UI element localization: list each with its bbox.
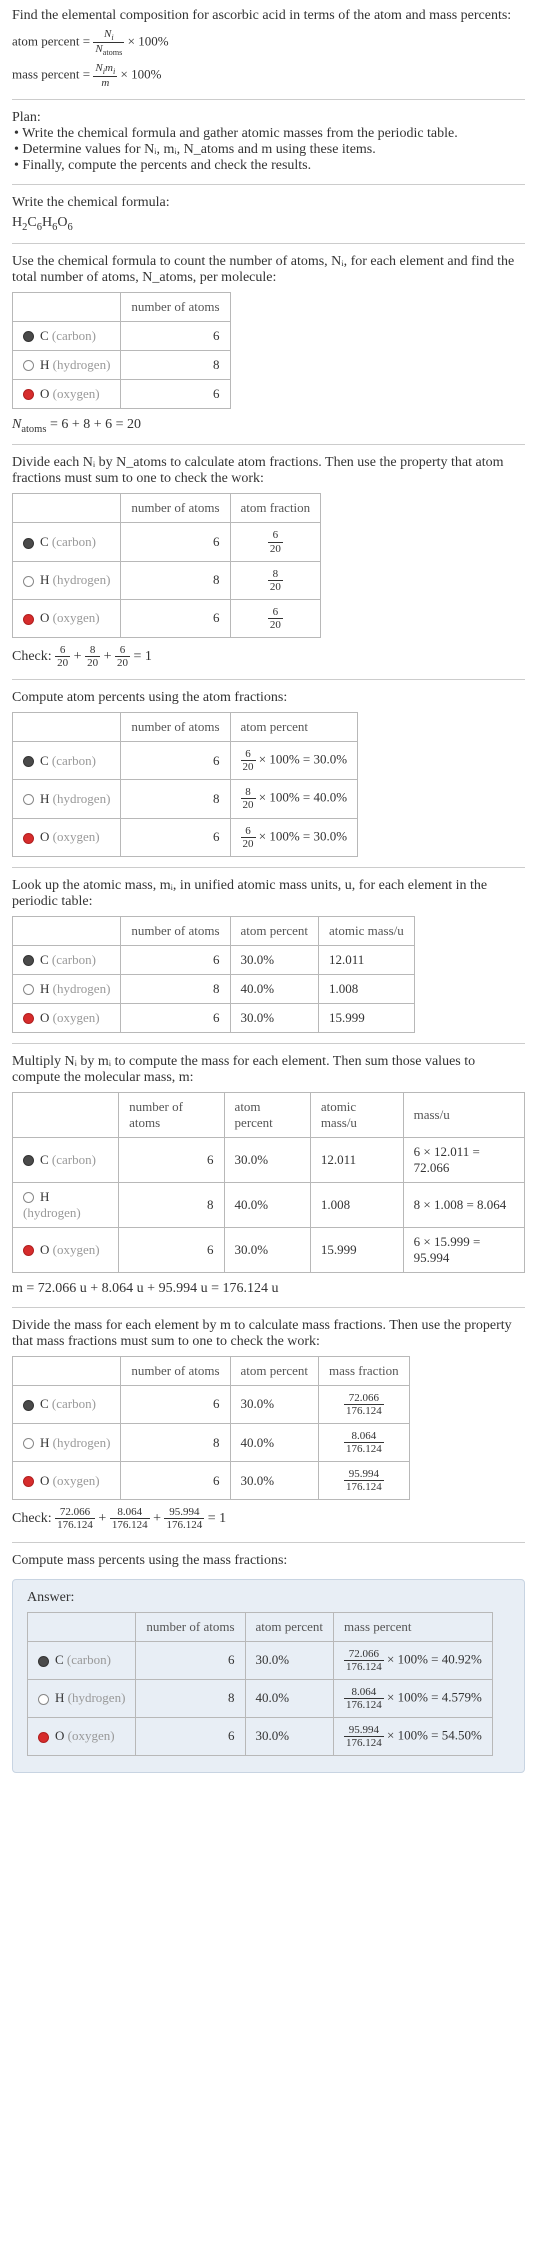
divider xyxy=(12,444,525,445)
mass-compute-table: number of atomsatom percentatomic mass/u… xyxy=(12,1092,525,1273)
multiply-intro: Multiply Nᵢ by mᵢ to compute the mass fo… xyxy=(12,1054,525,1086)
carbon-dot-icon xyxy=(23,1400,34,1411)
atom-percent-formula: atom percent = NiNatoms × 100% xyxy=(12,28,525,58)
hydrogen-dot-icon xyxy=(23,360,34,371)
divider xyxy=(12,1307,525,1308)
table-row: O (oxygen)630.0%95.994176.124 xyxy=(13,1462,410,1500)
table-row: C (carbon)630.0%12.011 xyxy=(13,945,415,974)
col-header: number of atoms xyxy=(121,292,230,321)
answer-label: Answer: xyxy=(27,1590,510,1606)
table-row: O (oxygen)630.0%15.999 xyxy=(13,1003,415,1032)
final-intro: Compute mass percents using the mass fra… xyxy=(12,1553,525,1569)
carbon-dot-icon xyxy=(23,1155,34,1166)
oxygen-dot-icon xyxy=(23,1013,34,1024)
plan-item: • Write the chemical formula and gather … xyxy=(14,126,525,142)
plan-item: • Determine values for Nᵢ, mᵢ, N_atoms a… xyxy=(14,142,525,158)
table-row: H (hydrogen)840.0%1.0088 × 1.008 = 8.064 xyxy=(13,1182,525,1227)
mass-percent-formula: mass percent = Nimim × 100% xyxy=(12,62,525,89)
hydrogen-dot-icon xyxy=(38,1694,49,1705)
intro-text: Find the elemental composition for ascor… xyxy=(12,8,525,24)
answer-box: Answer: number of atomsatom percentmass … xyxy=(12,1579,525,1774)
table-row: C (carbon)630.0%12.0116 × 12.011 = 72.06… xyxy=(13,1137,525,1182)
oxygen-dot-icon xyxy=(23,614,34,625)
carbon-dot-icon xyxy=(23,756,34,767)
carbon-dot-icon xyxy=(23,331,34,342)
plan-label: Plan: xyxy=(12,110,525,126)
hydrogen-dot-icon xyxy=(23,576,34,587)
table-row: H (hydrogen)840.0%1.008 xyxy=(13,974,415,1003)
table-row: O (oxygen)6620 xyxy=(13,599,321,637)
table-row: C (carbon)6 xyxy=(13,321,231,350)
table-row: H (hydrogen)840.0%8.064176.124 xyxy=(13,1423,410,1461)
table-row: C (carbon)630.0%72.066176.124 xyxy=(13,1385,410,1423)
divider xyxy=(12,99,525,100)
write-formula-label: Write the chemical formula: xyxy=(12,195,525,211)
hydrogen-dot-icon xyxy=(23,1438,34,1449)
atom-percent-table: number of atomsatom percent C (carbon)66… xyxy=(12,712,358,857)
carbon-dot-icon xyxy=(23,955,34,966)
table-row: O (oxygen)6620 × 100% = 30.0% xyxy=(13,818,358,856)
oxygen-dot-icon xyxy=(38,1732,49,1743)
divide-intro: Divide each Nᵢ by N_atoms to calculate a… xyxy=(12,455,525,487)
table-row: O (oxygen)630.0%95.994176.124 × 100% = 5… xyxy=(28,1717,493,1755)
divider xyxy=(12,679,525,680)
mass-fraction-table: number of atomsatom percentmass fraction… xyxy=(12,1356,410,1501)
oxygen-dot-icon xyxy=(23,1476,34,1487)
atomic-mass-table: number of atomsatom percentatomic mass/u… xyxy=(12,916,415,1033)
atom-percent-intro: Compute atom percents using the atom fra… xyxy=(12,690,525,706)
atom-fraction-table: number of atomsatom fraction C (carbon)6… xyxy=(12,493,321,638)
n-atoms-total: Natoms = 6 + 8 + 6 = 20 xyxy=(12,417,525,435)
check-mass-fractions: Check: 72.066176.124 + 8.064176.124 + 95… xyxy=(12,1506,525,1531)
atoms-count-table: number of atoms C (carbon)6 H (hydrogen)… xyxy=(12,292,231,409)
table-row: O (oxygen)630.0%15.9996 × 15.999 = 95.99… xyxy=(13,1227,525,1272)
table-row: H (hydrogen)840.0%8.064176.124 × 100% = … xyxy=(28,1679,493,1717)
carbon-dot-icon xyxy=(23,538,34,549)
table-row: H (hydrogen)8 xyxy=(13,350,231,379)
table-row: C (carbon)6620 xyxy=(13,523,321,561)
hydrogen-dot-icon xyxy=(23,1192,34,1203)
carbon-dot-icon xyxy=(38,1656,49,1667)
check-fractions: Check: 620 + 820 + 620 = 1 xyxy=(12,644,525,669)
divider xyxy=(12,1542,525,1543)
mass-intro: Look up the atomic mass, mᵢ, in unified … xyxy=(12,878,525,910)
divider xyxy=(12,184,525,185)
oxygen-dot-icon xyxy=(23,833,34,844)
hydrogen-dot-icon xyxy=(23,984,34,995)
chemical-formula: H2C6H6O6 xyxy=(12,215,525,233)
divider xyxy=(12,867,525,868)
answer-table: number of atomsatom percentmass percent … xyxy=(27,1612,493,1757)
table-row: O (oxygen)6 xyxy=(13,379,231,408)
count-intro: Use the chemical formula to count the nu… xyxy=(12,254,525,286)
divider xyxy=(12,1043,525,1044)
table-row: C (carbon)6620 × 100% = 30.0% xyxy=(13,742,358,780)
table-row: C (carbon)630.0%72.066176.124 × 100% = 4… xyxy=(28,1641,493,1679)
table-row: H (hydrogen)8820 xyxy=(13,561,321,599)
oxygen-dot-icon xyxy=(23,389,34,400)
table-row: H (hydrogen)8820 × 100% = 40.0% xyxy=(13,780,358,818)
hydrogen-dot-icon xyxy=(23,794,34,805)
m-total: m = 72.066 u + 8.064 u + 95.994 u = 176.… xyxy=(12,1281,525,1297)
divider xyxy=(12,243,525,244)
mass-fraction-intro: Divide the mass for each element by m to… xyxy=(12,1318,525,1350)
plan-item: • Finally, compute the percents and chec… xyxy=(14,158,525,174)
oxygen-dot-icon xyxy=(23,1245,34,1256)
